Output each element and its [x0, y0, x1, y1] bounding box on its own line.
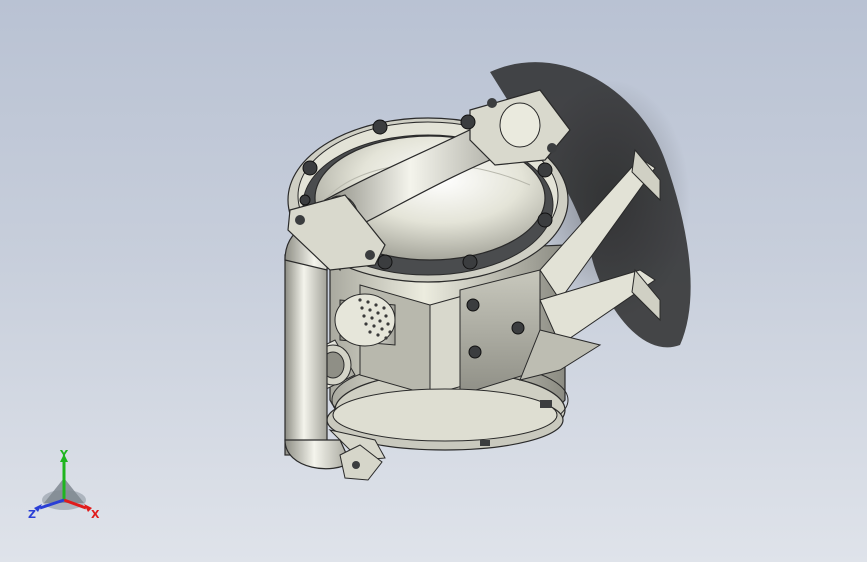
bracket-bolt [466, 298, 480, 312]
triad-y-label: Y [59, 448, 69, 461]
bracket-bolt [468, 345, 482, 359]
bracket-bolt [511, 321, 525, 335]
triad-x-label: X [91, 508, 100, 521]
perforated-strainer[interactable] [334, 293, 396, 347]
cad-graphics-viewport[interactable]: Y X Z [0, 0, 867, 562]
orientation-triad[interactable]: Y X Z [22, 448, 112, 528]
3d-model-view[interactable] [0, 0, 867, 562]
triad-z-label: Z [28, 508, 36, 521]
